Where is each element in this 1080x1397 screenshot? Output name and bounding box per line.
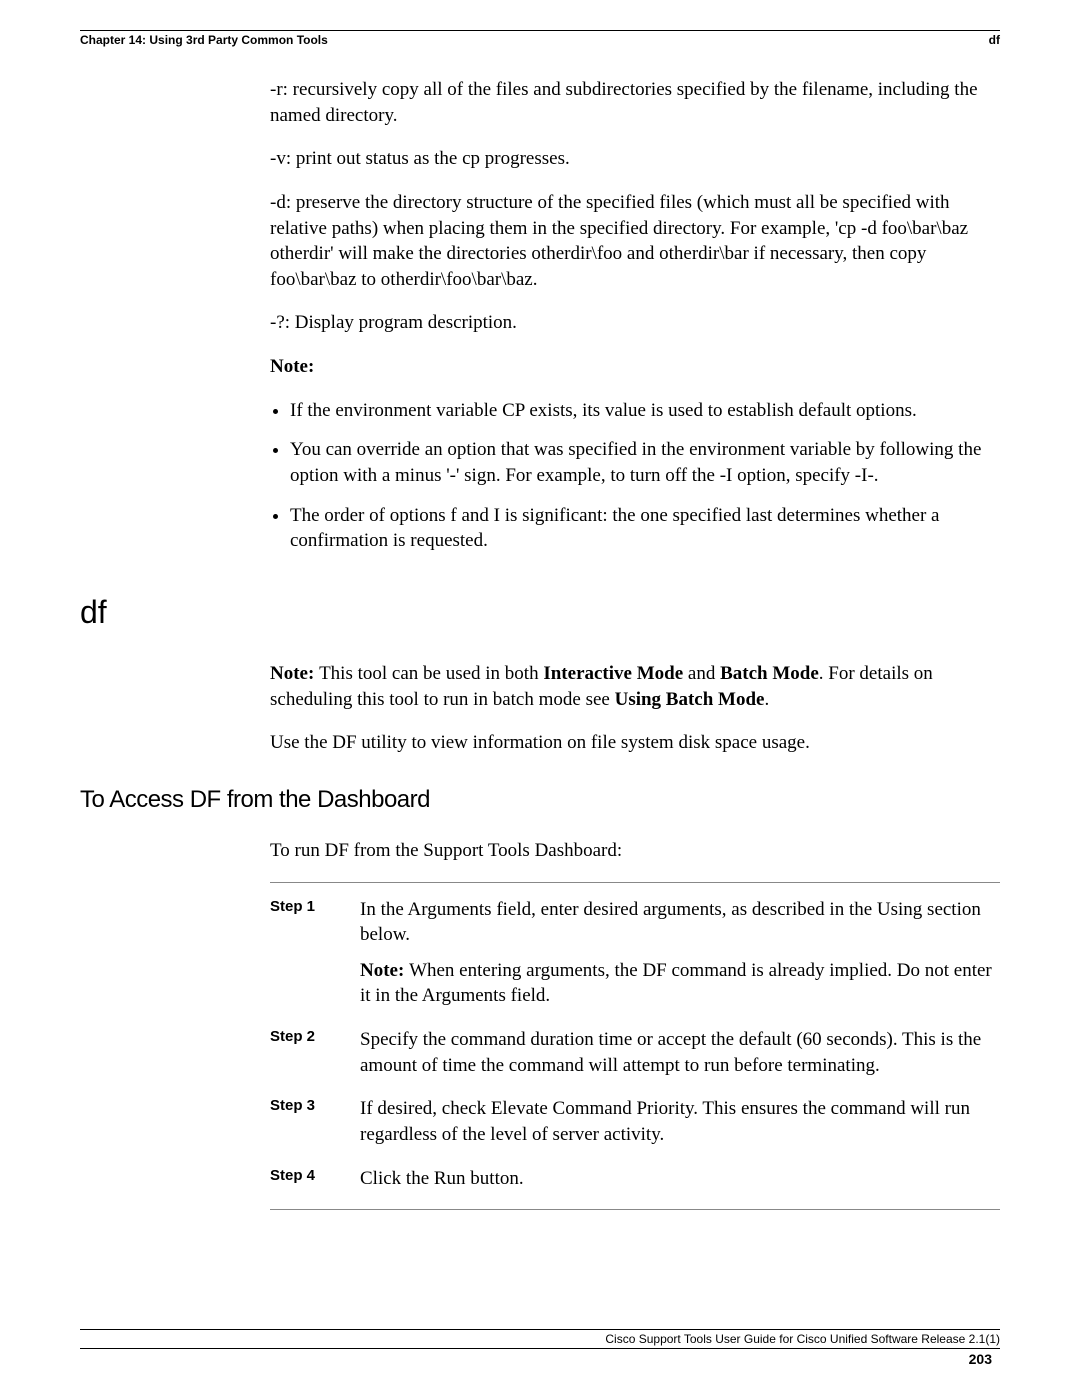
access-df-heading: To Access DF from the Dashboard (80, 786, 1000, 814)
step-label: Step 4 (270, 1166, 360, 1192)
df-note: Note: This tool can be used in both Inte… (270, 661, 1000, 712)
access-intro: To run DF from the Support Tools Dashboa… (270, 838, 1000, 864)
step-label: Step 2 (270, 1027, 360, 1078)
cp-option-q: -?: Display program description. (270, 310, 1000, 336)
step-row: Step 1 In the Arguments field, enter des… (270, 897, 1000, 1010)
step-label: Step 1 (270, 897, 360, 1010)
df-description: Use the DF utility to view information o… (270, 730, 1000, 756)
df-heading: df (80, 594, 1000, 631)
cp-note-item: If the environment variable CP exists, i… (290, 398, 1000, 424)
step-row: Step 3 If desired, check Elevate Command… (270, 1096, 1000, 1147)
cp-note-item: You can override an option that was spec… (290, 437, 1000, 488)
step-body: If desired, check Elevate Command Priori… (360, 1096, 1000, 1147)
main-content: -r: recursively copy all of the files an… (270, 77, 1000, 554)
cp-notes-list: If the environment variable CP exists, i… (270, 398, 1000, 554)
step-body: Specify the command duration time or acc… (360, 1027, 1000, 1078)
cp-option-d: -d: preserve the directory structure of … (270, 190, 1000, 293)
step-body: Click the Run button. (360, 1166, 1000, 1192)
steps-block: Step 1 In the Arguments field, enter des… (270, 882, 1000, 1211)
step-label: Step 3 (270, 1096, 360, 1147)
header-section-label: df (989, 33, 1000, 47)
running-header: Chapter 14: Using 3rd Party Common Tools… (80, 33, 1000, 47)
df-content: Note: This tool can be used in both Inte… (270, 661, 1000, 756)
cp-note-item: The order of options f and I is signific… (290, 503, 1000, 554)
footer-doc-title: Cisco Support Tools User Guide for Cisco… (80, 1332, 1000, 1346)
step-row: Step 4 Click the Run button. (270, 1166, 1000, 1192)
access-df-content: To run DF from the Support Tools Dashboa… (270, 838, 1000, 1210)
chapter-title: Chapter 14: Using 3rd Party Common Tools (80, 33, 328, 47)
cp-option-r: -r: recursively copy all of the files an… (270, 77, 1000, 128)
step-row: Step 2 Specify the command duration time… (270, 1027, 1000, 1078)
step-body: In the Arguments field, enter desired ar… (360, 897, 1000, 1010)
cp-option-v: -v: print out status as the cp progresse… (270, 146, 1000, 172)
page-number: 203 (969, 1349, 1000, 1367)
page-footer: Cisco Support Tools User Guide for Cisco… (80, 1329, 1000, 1367)
note-label: Note: (270, 354, 1000, 380)
